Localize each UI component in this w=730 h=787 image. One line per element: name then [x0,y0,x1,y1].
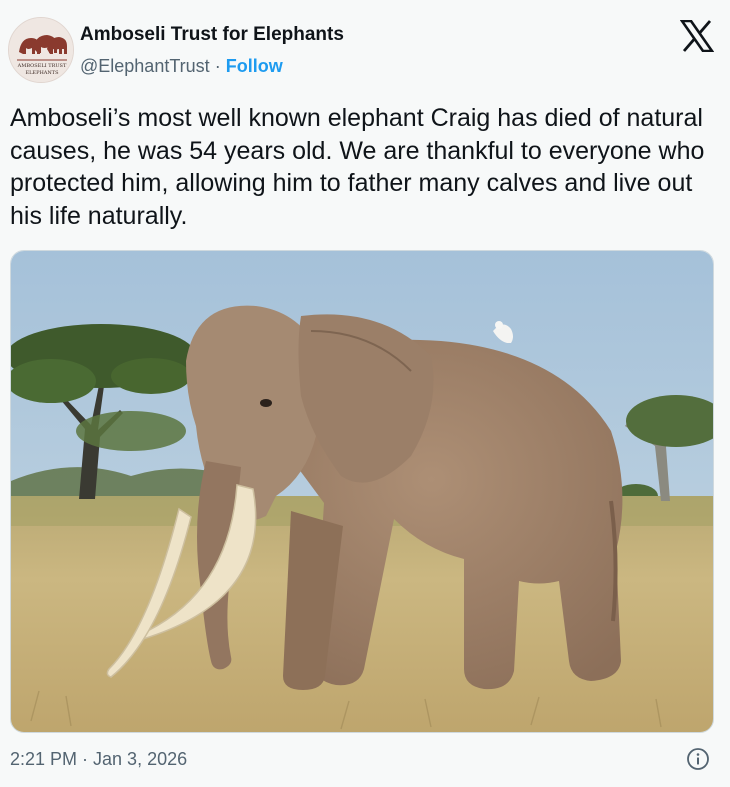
author-name[interactable]: Amboseli Trust for Elephants [80,24,344,46]
x-logo-icon[interactable] [680,20,714,52]
elephant-photo [11,251,713,732]
tweet-timestamp[interactable]: 2:21 PM · Jan 3, 2026 [10,749,187,770]
svg-text:ELEPHANTS: ELEPHANTS [25,70,59,76]
svg-text:AMBOSELI TRUST: AMBOSELI TRUST [17,63,67,69]
handle-row: @ElephantTrust · Follow [80,56,283,77]
author-handle[interactable]: @ElephantTrust [80,56,210,76]
elephant-trust-logo-icon: AMBOSELI TRUST ELEPHANTS [9,18,73,82]
tweet-text: Amboseli’s most well known elephant Crai… [10,104,705,230]
tweet-photo[interactable] [10,250,714,733]
separator-dot: · [214,56,221,76]
follow-button[interactable]: Follow [226,56,283,76]
info-icon[interactable] [686,747,710,771]
tweet-card: AMBOSELI TRUST ELEPHANTS Amboseli Trust … [0,0,730,787]
avatar[interactable]: AMBOSELI TRUST ELEPHANTS [8,17,74,83]
